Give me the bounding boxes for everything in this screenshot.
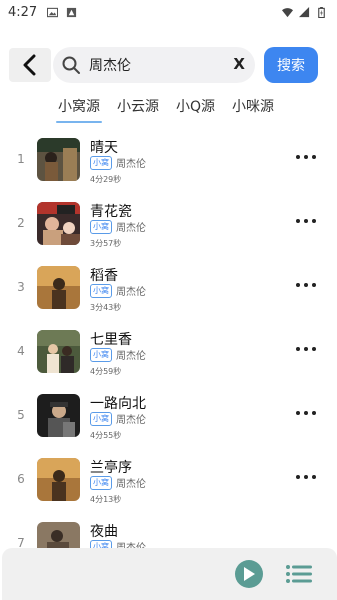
image-icon	[47, 7, 59, 17]
song-duration: 4分13秒	[90, 495, 122, 504]
source-badge: 小窝	[90, 219, 112, 234]
search-icon	[62, 56, 80, 74]
status-time: 4:27	[8, 4, 38, 20]
song-artist: 周杰伦	[116, 223, 146, 234]
song-meta: 小窝 周杰伦	[90, 219, 146, 234]
song-index: 2	[17, 216, 25, 230]
app-notification-icon	[67, 7, 77, 17]
signal-icon	[299, 6, 310, 17]
song-row[interactable]: 4 七里香 小窝 周杰伦 4分59秒	[0, 320, 337, 384]
song-title: 兰亭序	[90, 460, 132, 476]
battery-icon	[318, 6, 325, 18]
more-horizontal-icon	[296, 347, 300, 351]
tab-xiaoq[interactable]: 小Q源	[173, 96, 218, 122]
album-cover	[37, 394, 80, 437]
song-duration: 3分43秒	[90, 303, 122, 312]
search-button[interactable]: 搜索	[264, 47, 318, 83]
song-meta: 小窝 周杰伦	[90, 283, 146, 298]
back-button[interactable]	[9, 48, 51, 82]
song-artist: 周杰伦	[116, 159, 146, 170]
more-horizontal-icon	[296, 283, 300, 287]
song-title: 晴天	[90, 140, 118, 156]
song-title: 青花瓷	[90, 204, 132, 220]
more-horizontal-icon	[296, 155, 300, 159]
song-artist: 周杰伦	[116, 479, 146, 490]
song-index: 4	[17, 344, 25, 358]
song-duration: 4分55秒	[90, 431, 122, 440]
song-title: 稻香	[90, 268, 118, 284]
song-index: 3	[17, 280, 25, 294]
tab-xiaoyun[interactable]: 小云源	[114, 96, 162, 122]
song-meta: 小窝 周杰伦	[90, 475, 146, 490]
more-options-button[interactable]	[296, 342, 316, 356]
more-options-button[interactable]	[296, 150, 316, 164]
song-artist: 周杰伦	[116, 415, 146, 426]
song-row[interactable]: 3 稻香 小窝 周杰伦 3分43秒	[0, 256, 337, 320]
song-list: 1 晴天 小窝 周杰伦 4分29秒 2 青花瓷 小窝 周杰伦 3分57秒 3 稻…	[0, 128, 337, 576]
album-cover	[37, 202, 80, 245]
song-index: 6	[17, 472, 25, 486]
source-badge: 小窝	[90, 475, 112, 490]
source-tabs: 小窝源 小云源 小Q源 小咪源	[55, 96, 288, 123]
source-badge: 小窝	[90, 411, 112, 426]
more-options-button[interactable]	[296, 406, 316, 420]
song-duration: 4分29秒	[90, 175, 122, 184]
song-title: 七里香	[90, 332, 132, 348]
source-badge: 小窝	[90, 155, 112, 170]
clear-search-button[interactable]: X	[233, 55, 245, 73]
song-row[interactable]: 1 晴天 小窝 周杰伦 4分29秒	[0, 128, 337, 192]
song-row[interactable]: 6 兰亭序 小窝 周杰伦 4分13秒	[0, 448, 337, 512]
more-options-button[interactable]	[296, 214, 316, 228]
more-horizontal-icon	[296, 475, 300, 479]
search-box[interactable]: X	[53, 47, 255, 83]
tab-xiaowo[interactable]: 小窝源	[55, 96, 103, 123]
playlist-icon[interactable]	[286, 565, 312, 583]
song-row[interactable]: 2 青花瓷 小窝 周杰伦 3分57秒	[0, 192, 337, 256]
source-badge: 小窝	[90, 283, 112, 298]
play-button[interactable]	[235, 560, 263, 588]
more-horizontal-icon	[296, 411, 300, 415]
song-duration: 3分57秒	[90, 239, 122, 248]
source-badge: 小窝	[90, 347, 112, 362]
player-bar	[2, 548, 337, 600]
tab-xiaomi[interactable]: 小咪源	[229, 96, 277, 122]
song-artist: 周杰伦	[116, 351, 146, 362]
album-cover	[37, 138, 80, 181]
wifi-icon	[282, 7, 293, 17]
play-icon	[244, 567, 255, 581]
song-duration: 4分59秒	[90, 367, 122, 376]
album-cover	[37, 458, 80, 501]
song-meta: 小窝 周杰伦	[90, 411, 146, 426]
album-cover	[37, 266, 80, 309]
more-horizontal-icon	[296, 219, 300, 223]
album-cover	[37, 330, 80, 373]
song-index: 5	[17, 408, 25, 422]
more-options-button[interactable]	[296, 470, 316, 484]
song-artist: 周杰伦	[116, 287, 146, 298]
chevron-left-icon	[23, 54, 36, 76]
song-row[interactable]: 5 一路向北 小窝 周杰伦 4分55秒	[0, 384, 337, 448]
status-bar: 4:27	[0, 0, 337, 24]
song-meta: 小窝 周杰伦	[90, 155, 146, 170]
song-meta: 小窝 周杰伦	[90, 347, 146, 362]
search-header: X 搜索	[0, 46, 337, 84]
search-input[interactable]	[89, 57, 229, 73]
song-index: 1	[17, 152, 25, 166]
song-title: 夜曲	[90, 524, 118, 540]
more-options-button[interactable]	[296, 278, 316, 292]
song-title: 一路向北	[90, 396, 146, 412]
